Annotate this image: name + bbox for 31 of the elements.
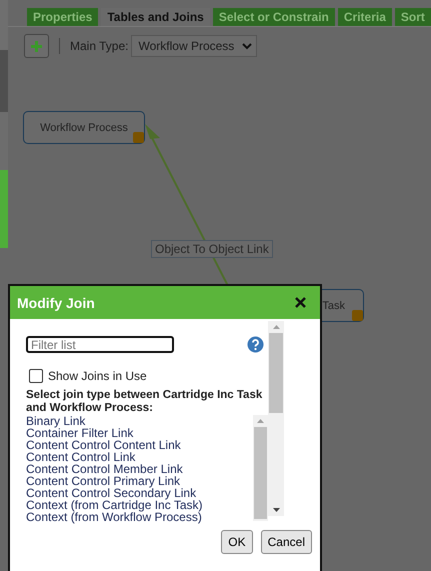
node-label: Task — [322, 300, 345, 312]
add-button[interactable] — [24, 34, 49, 58]
dialog-scrollbar[interactable] — [268, 321, 284, 516]
main-type-label: Main Type: — [70, 39, 128, 53]
port-icon — [133, 132, 144, 143]
join-type-option[interactable]: Binary Link — [26, 415, 203, 427]
scroll-up-icon[interactable] — [257, 419, 264, 423]
join-type-option[interactable]: Context (from Workflow Process) — [26, 511, 203, 523]
port-icon — [352, 310, 363, 321]
node-label: Workflow Process — [40, 122, 128, 134]
join-type-option[interactable]: Content Control Content Link — [26, 439, 203, 451]
scroll-up-icon[interactable] — [272, 325, 280, 329]
close-icon[interactable] — [295, 297, 306, 308]
join-type-option[interactable]: Content Control Link — [26, 451, 203, 463]
checkbox-label: Show Joins in Use — [48, 369, 147, 383]
dialog-button[interactable]: OK — [221, 530, 253, 554]
join-type-option[interactable]: Content Control Member Link — [26, 463, 203, 475]
help-icon[interactable] — [247, 336, 264, 353]
dialog-title: Modify Join — [17, 294, 95, 310]
join-type-option[interactable]: Context (from Cartridge Inc Task) — [26, 499, 203, 511]
list-scrollbar[interactable] — [253, 415, 268, 521]
join-type-option[interactable]: Content Control Primary Link — [26, 475, 203, 487]
dialog-button[interactable]: Cancel — [260, 530, 312, 554]
show-joins-checkbox[interactable]: Show Joins in Use — [29, 369, 268, 383]
join-type-prompt: Select join type between Cartridge Inc Task and Workflow Process: — [26, 389, 264, 415]
plus-icon — [31, 40, 42, 52]
filter-field[interactable]: Filter list — [26, 336, 174, 353]
chevron-icon — [242, 42, 252, 50]
join-type-option[interactable]: Container Filter Link — [26, 427, 203, 439]
join-type-option[interactable]: Content Control Secondary Link — [26, 487, 203, 499]
scroll-down-icon[interactable] — [272, 508, 280, 512]
